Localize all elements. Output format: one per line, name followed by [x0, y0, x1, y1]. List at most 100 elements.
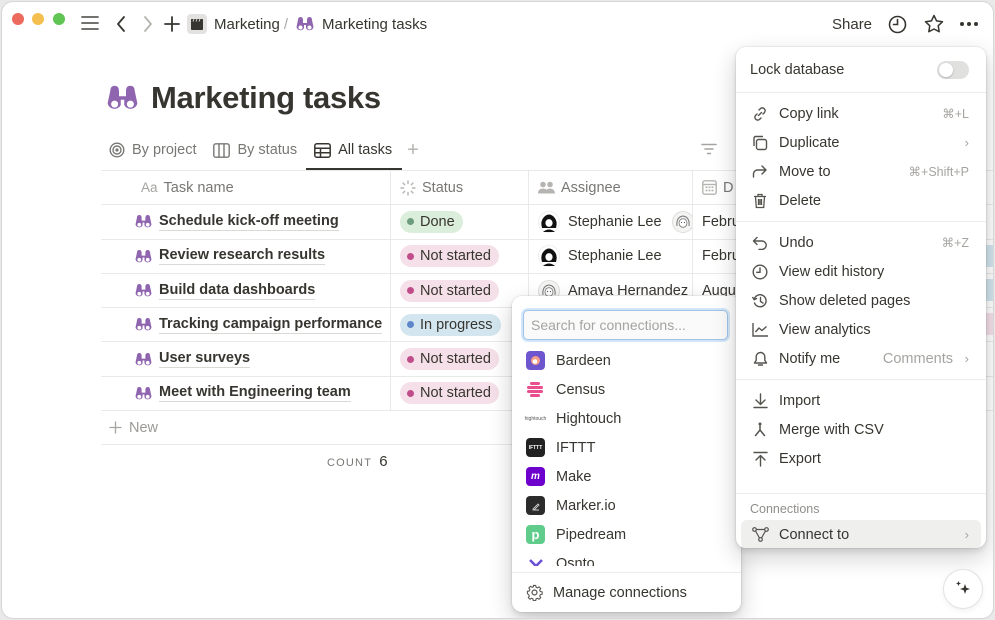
binoculars-icon [135, 317, 152, 332]
menu-item-move-to[interactable]: Move to ⌘+Shift+P [736, 157, 986, 186]
binoculars-icon [135, 283, 152, 298]
database-options-menu: Lock database Copy link ⌘+L Duplicate › Mo… [736, 47, 986, 548]
breadcrumb-current[interactable]: Marketing tasks [322, 16, 427, 33]
lock-database-toggle[interactable] [937, 60, 969, 79]
column-header-status[interactable]: Status [391, 171, 529, 205]
osnto-logo-icon [526, 554, 545, 566]
page-title[interactable]: Marketing tasks [151, 80, 381, 116]
task-name[interactable]: Tracking campaign performance [159, 316, 383, 334]
new-page-icon[interactable] [164, 16, 180, 36]
date-value: Febru [702, 248, 740, 265]
task-name-cell[interactable]: Meet with Engineering team [101, 376, 391, 411]
menu-item-duplicate[interactable]: Duplicate › [736, 128, 986, 157]
tab-all-tasks[interactable]: All tasks [306, 135, 403, 170]
forward-icon[interactable] [143, 16, 153, 36]
column-header-assignee[interactable]: Assignee [529, 171, 693, 205]
menu-item-undo[interactable]: Undo ⌘+Z [736, 228, 986, 257]
task-name-cell[interactable]: Build data dashboards [101, 273, 391, 308]
minimize-window-button[interactable] [32, 13, 44, 25]
export-icon [750, 451, 770, 467]
task-name[interactable]: Schedule kick-off meeting [159, 213, 339, 231]
ai-assistant-button[interactable] [943, 569, 983, 609]
status-label: In progress [420, 316, 493, 333]
share-button[interactable]: Share [832, 16, 872, 33]
task-name[interactable]: Build data dashboards [159, 282, 316, 300]
status-cell[interactable]: Done [391, 205, 529, 239]
status-cell[interactable]: Not started [391, 342, 529, 376]
lock-database-toggle-row[interactable]: Lock database [736, 55, 986, 84]
row-count[interactable]: COUNT 6 [327, 453, 388, 470]
menu-item-import[interactable]: Import [736, 386, 986, 415]
connection-item-make[interactable]: m Make [512, 462, 741, 491]
connection-item-hightouch[interactable]: hightouch Hightouch [512, 404, 741, 433]
connection-item-pipedream[interactable]: p Pipedream [512, 520, 741, 549]
task-name-cell[interactable]: Schedule kick-off meeting [101, 205, 391, 239]
task-name-cell[interactable]: Tracking campaign performance [101, 308, 391, 342]
filter-icon[interactable] [701, 142, 717, 160]
table-icon [314, 142, 332, 158]
add-view-button[interactable]: + [407, 139, 419, 162]
task-name-cell[interactable]: Review research results [101, 239, 391, 273]
manage-connections-button[interactable]: Manage connections [512, 572, 741, 612]
more-icon[interactable] [959, 15, 979, 37]
undo-icon [750, 236, 770, 250]
menu-item-export[interactable]: Export [736, 444, 986, 473]
status-cell[interactable]: Not started [391, 273, 529, 308]
task-name[interactable]: Meet with Engineering team [159, 384, 351, 403]
updates-clock-icon[interactable] [888, 15, 907, 38]
menu-item-view-edit-history[interactable]: View edit history [736, 257, 986, 286]
menu-item-delete[interactable]: Delete [736, 186, 986, 215]
task-name[interactable]: User surveys [159, 350, 251, 369]
tab-by-status[interactable]: By status [213, 135, 297, 165]
menu-item-show-deleted-pages[interactable]: Show deleted pages [736, 286, 986, 315]
connection-label: Make [556, 468, 592, 485]
status-cell[interactable]: Not started [391, 239, 529, 273]
make-logo-icon: m [526, 467, 545, 486]
connection-label: IFTTT [556, 439, 596, 456]
menu-item-merge-with-csv[interactable]: Merge with CSV [736, 415, 986, 444]
zoom-window-button[interactable] [53, 13, 65, 25]
add-new-row-button[interactable]: New [101, 411, 521, 446]
assignee-cell[interactable]: Stephanie Lee [529, 205, 693, 239]
connection-item-census[interactable]: Census [512, 375, 741, 404]
menu-item-view-analytics[interactable]: View analytics [736, 315, 986, 344]
task-name-cell[interactable]: User surveys [101, 342, 391, 376]
favorite-star-icon[interactable] [924, 14, 944, 38]
page-header: Marketing tasks [106, 80, 381, 116]
tab-label: By status [237, 142, 298, 158]
assignee-name: Stephanie Lee [568, 213, 662, 230]
status-cell[interactable]: Not started [391, 376, 529, 411]
connection-item-osnto[interactable]: Osnto [512, 549, 741, 566]
status-dot [407, 252, 414, 260]
connection-item-bardeen[interactable]: Bardeen [512, 346, 741, 375]
menu-item-label: Export [779, 450, 821, 467]
menu-item-notify-me[interactable]: Notify me Comments › [736, 344, 986, 373]
bardeen-logo-icon [526, 351, 545, 370]
menu-item-label: Show deleted pages [779, 292, 911, 309]
close-window-button[interactable] [12, 13, 24, 25]
breadcrumb-separator: / [283, 15, 289, 33]
connections-list[interactable]: Bardeen Census hightouch Hightouch IFTTT IFTT… [512, 346, 741, 566]
breadcrumb-parent[interactable]: Marketing [214, 16, 280, 33]
status-badge: Not started [400, 348, 499, 371]
assignee-cell[interactable]: Stephanie Lee [529, 239, 693, 273]
connect-nodes-icon [750, 527, 770, 542]
search-connections-input[interactable] [523, 310, 728, 340]
pipedream-logo-icon: p [526, 525, 545, 544]
status-cell[interactable]: In progress [391, 308, 529, 342]
column-label: Assignee [561, 179, 621, 196]
binoculars-icon[interactable] [106, 84, 139, 112]
tab-by-project[interactable]: By project [109, 135, 196, 165]
status-spinner-icon [400, 179, 416, 196]
binoculars-icon [296, 16, 314, 32]
connect-to-menu-item[interactable]: Connect to › [741, 520, 981, 548]
connection-item-ifttt[interactable]: IFTTT IFTTT [512, 433, 741, 462]
clapper-icon [187, 14, 207, 34]
back-icon[interactable] [116, 16, 126, 36]
column-header-task-name[interactable]: Aa Task name [101, 171, 391, 205]
connection-label: Marker.io [556, 497, 616, 514]
menu-item-copy-link[interactable]: Copy link ⌘+L [736, 99, 986, 128]
task-name[interactable]: Review research results [159, 247, 326, 266]
connection-item-marker-io[interactable]: Marker.io [512, 491, 741, 520]
sidebar-menu-icon[interactable] [81, 15, 99, 35]
